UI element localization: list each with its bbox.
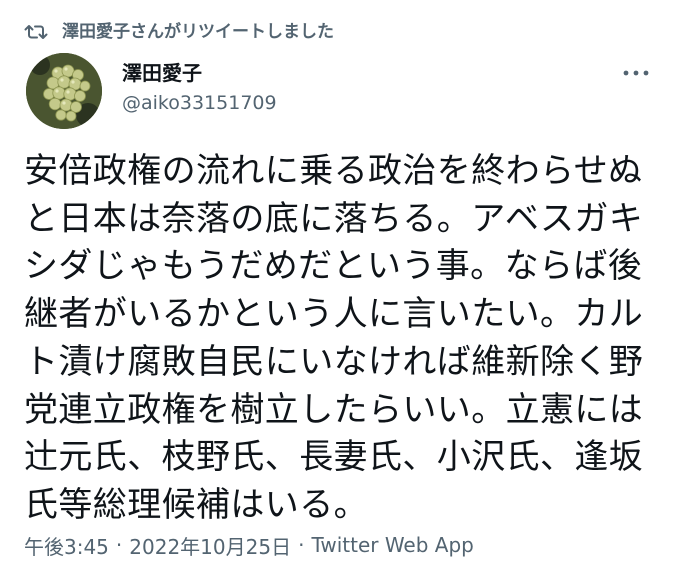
separator: · xyxy=(298,533,305,557)
retweet-icon xyxy=(24,22,48,42)
tweet-text: 安倍政権の流れに乗る政治を終わらせぬ と日本は奈落の底に落ちる。アベスガキ シダ… xyxy=(24,148,656,530)
tweet-text-line: シダじゃもうだめだという事。ならば後 xyxy=(24,246,643,287)
tweet-text-line: 氏等総理候補はいる。 xyxy=(24,484,368,525)
tweet-text-line: 党連立政権を樹立したらいい。立憲には xyxy=(24,389,644,430)
tweet-metadata: 午後3:45 · 2022年10月25日 · Twitter Web App xyxy=(24,531,474,559)
author-handle[interactable]: @aiko33151709 xyxy=(122,90,277,116)
tweet-text-line: 辻元氏、枝野氏、長妻氏、小沢氏、逢坂 xyxy=(24,437,644,478)
retweet-indicator: 澤田愛子さんがリツイートしました xyxy=(24,18,334,46)
tweet-text-line: と日本は奈落の底に落ちる。アベスガキ xyxy=(24,198,644,239)
tweet-time[interactable]: 午後3:45 xyxy=(24,531,109,560)
tweet-text-line: 継者がいるかという人に言いたい。カル xyxy=(24,294,644,335)
more-options-button[interactable] xyxy=(619,60,653,86)
retweet-label[interactable]: 澤田愛子さんがリツイートしました xyxy=(62,22,334,42)
tweet-text-line: 安倍政権の流れに乗る政治を終わらせぬ xyxy=(24,151,643,191)
avatar-grapes-icon xyxy=(26,53,102,129)
separator: · xyxy=(115,533,123,557)
tweet-text-line: ト漬け腐敗自民にいなければ維新除く野 xyxy=(24,341,644,382)
author-name[interactable]: 澤田愛子 xyxy=(122,60,202,86)
more-horizontal-icon xyxy=(623,70,649,76)
tweet-source-link[interactable]: Twitter Web App xyxy=(311,533,473,557)
tweet-date[interactable]: 2022年10月25日 xyxy=(129,531,291,560)
avatar[interactable] xyxy=(26,53,102,129)
